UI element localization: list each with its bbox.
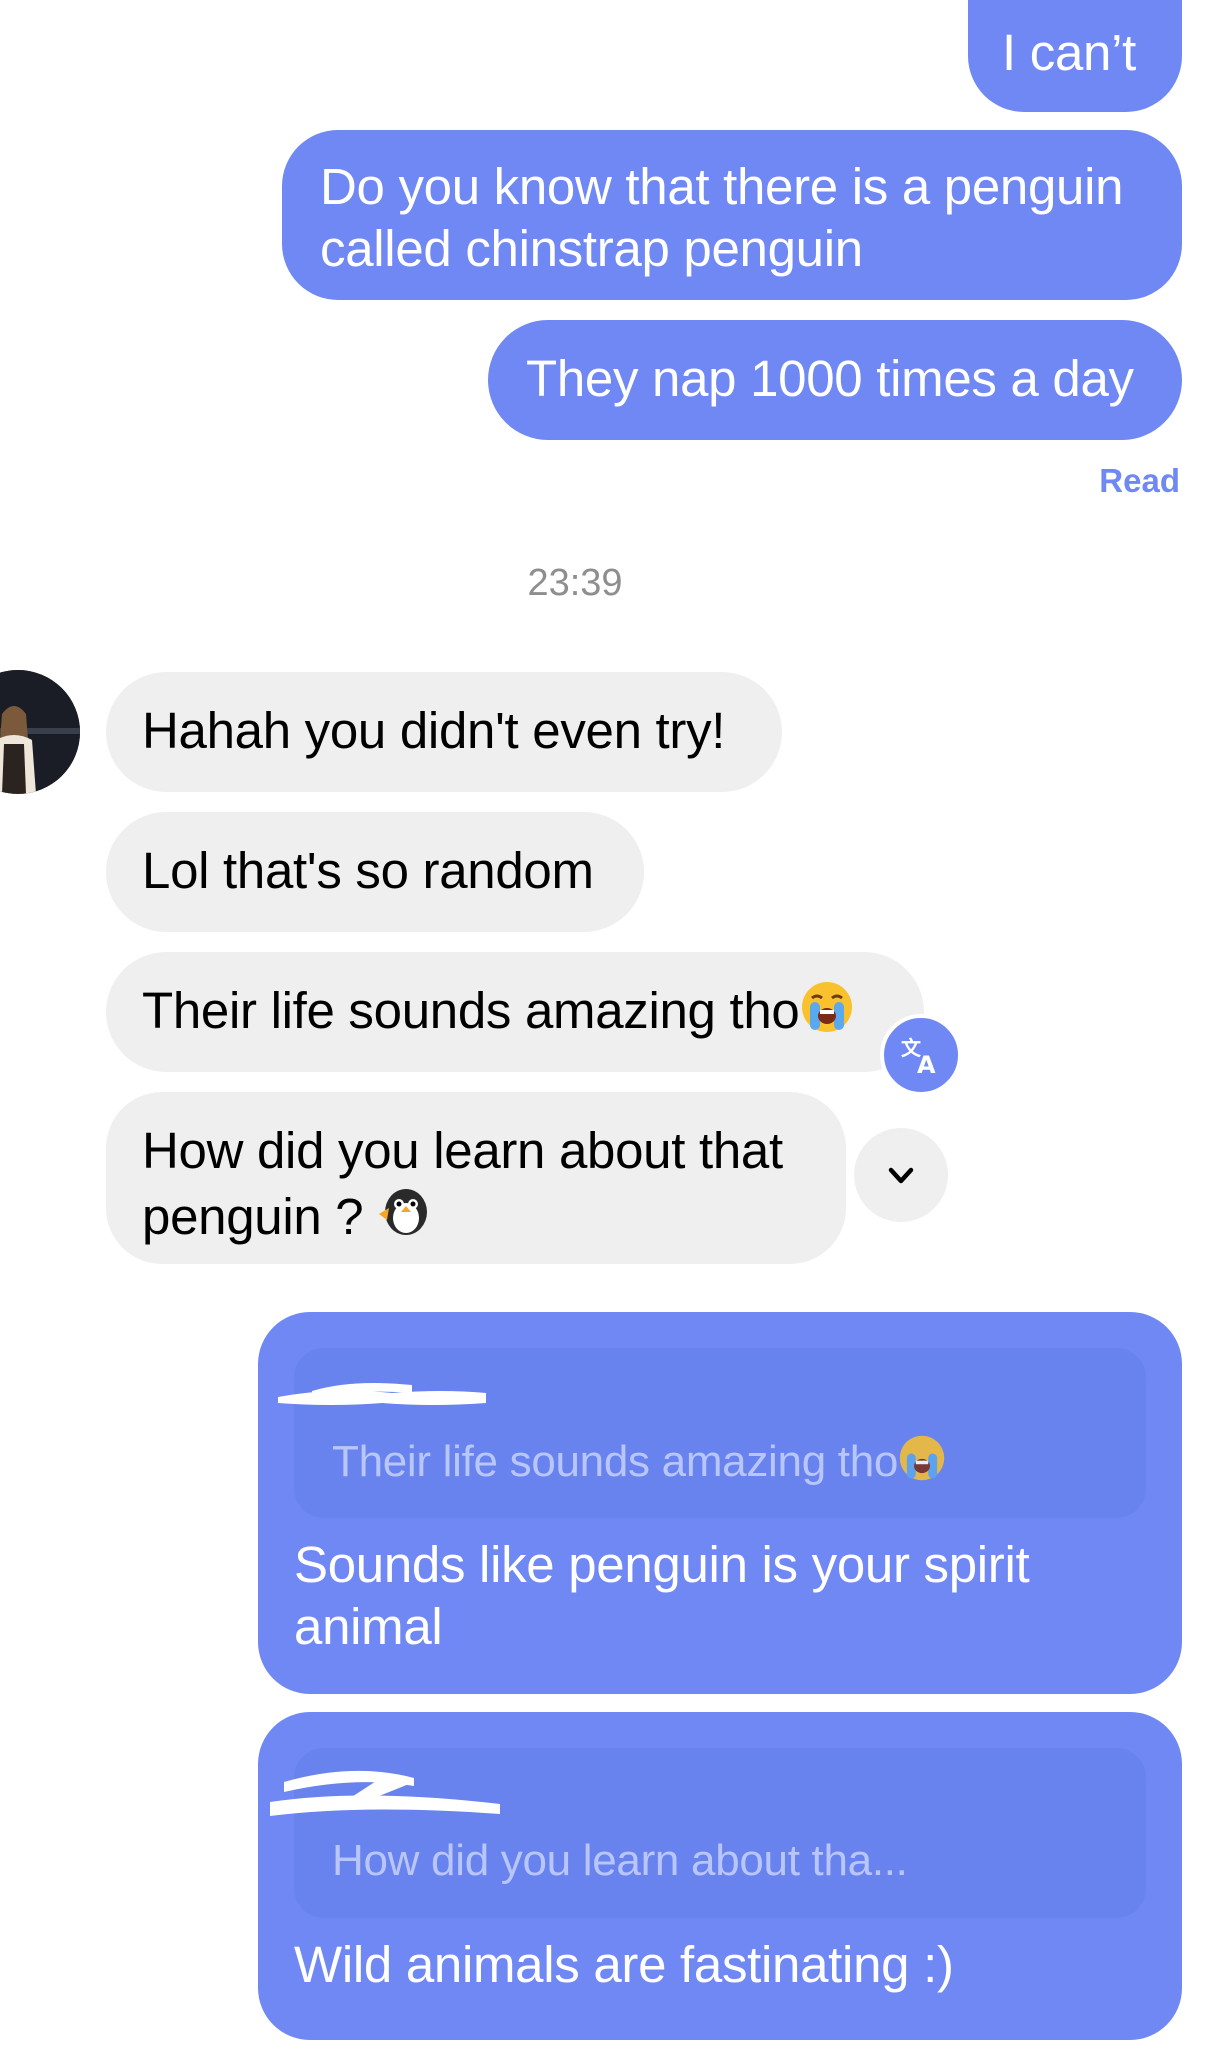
message-text: Sounds like penguin is your spirit anima… xyxy=(294,1536,1030,1655)
timestamp: 23:39 xyxy=(527,562,623,604)
redacted-scribble xyxy=(278,1383,486,1405)
loudly-crying-face-icon xyxy=(898,1434,946,1495)
translate-icon: 文 A xyxy=(901,1036,936,1077)
sent-message[interactable]: Do you know that there is a penguin call… xyxy=(282,130,1182,300)
quoted-text: How did you learn about tha... xyxy=(332,1836,908,1885)
message-text: Lol that's so random xyxy=(142,842,594,899)
received-message[interactable]: Hahah you didn't even try! xyxy=(106,672,782,792)
translate-button[interactable]: 文 A xyxy=(880,1014,962,1096)
received-message[interactable]: How did you learn about that penguin ? xyxy=(106,1092,846,1264)
quoted-message[interactable]: Their life sounds amazing tho xyxy=(278,1348,1146,1518)
sent-message[interactable]: They nap 1000 times a day xyxy=(488,320,1182,440)
avatar[interactable] xyxy=(0,670,80,794)
reply-message[interactable]: How did you learn about tha... Wild anim… xyxy=(258,1712,1182,2040)
message-text: They nap 1000 times a day xyxy=(526,350,1134,407)
read-receipt: Read xyxy=(1099,462,1180,499)
quoted-text: Their life sounds amazing tho xyxy=(332,1437,899,1486)
message-text: Wild animals are fastinating :) xyxy=(294,1936,954,1993)
quoted-message[interactable]: How did you learn about tha... xyxy=(270,1748,1146,1918)
message-text: I can’t xyxy=(1002,24,1136,81)
message-text: How did you learn about that penguin ? xyxy=(142,1122,783,1245)
message-text: Hahah you didn't even try! xyxy=(142,702,726,759)
chevron-down-icon xyxy=(888,1167,914,1184)
penguin-icon xyxy=(377,1182,435,1254)
avatar-photo-icon xyxy=(0,670,80,794)
svg-text:A: A xyxy=(917,1051,936,1077)
message-text: Do you know that there is a penguin call… xyxy=(320,158,1124,277)
quoted-author xyxy=(264,1752,524,1832)
loudly-crying-face-icon xyxy=(800,980,854,1048)
message-text: Their life sounds amazing tho xyxy=(142,982,800,1039)
quoted-author xyxy=(272,1372,492,1408)
received-message[interactable]: Their life sounds amazing tho xyxy=(106,952,924,1072)
sent-message[interactable]: I can’t xyxy=(968,0,1182,112)
expand-button[interactable] xyxy=(854,1128,948,1222)
received-message[interactable]: Lol that's so random xyxy=(106,812,644,932)
reply-message[interactable]: Their life sounds amazing tho Sounds lik… xyxy=(258,1312,1182,1694)
redacted-scribble xyxy=(270,1770,500,1816)
